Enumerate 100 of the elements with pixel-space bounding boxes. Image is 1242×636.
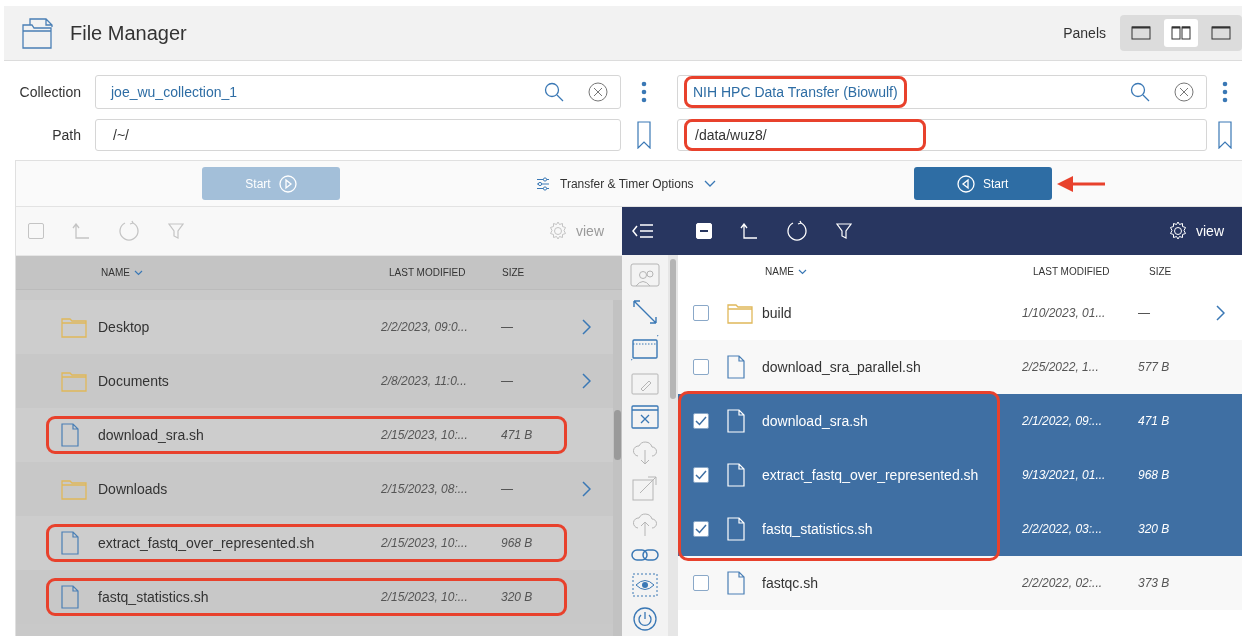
file-row[interactable]: Desktop 2/2/2023, 09:0... —: [16, 300, 613, 354]
new-folder-icon[interactable]: [630, 335, 660, 361]
file-icon: [727, 355, 745, 379]
collection-value: joe_wu_collection_1: [109, 83, 239, 102]
view-button[interactable]: view: [1168, 221, 1224, 241]
single-panel-icon: [1131, 26, 1151, 40]
folder-icon: [61, 316, 87, 338]
scrollbar[interactable]: [668, 255, 678, 636]
select-all-checkbox[interactable]: [28, 223, 44, 239]
file-size: —: [501, 320, 514, 334]
file-row[interactable]: download_sra.sh 2/1/2022, 09:... 471 B: [678, 394, 1242, 448]
file-name: fastq_statistics.sh: [762, 521, 874, 537]
scrollbar[interactable]: [613, 300, 622, 636]
app-title: File Manager: [70, 21, 187, 45]
row-checkbox[interactable]: [693, 467, 709, 483]
file-name: Documents: [98, 373, 170, 389]
collection-field[interactable]: NIH HPC Data Transfer (Biowulf): [677, 75, 1207, 109]
eye-icon[interactable]: [632, 573, 658, 597]
file-name: download_sra.sh: [98, 427, 205, 443]
modified-date: 2/8/2023, 11:0...: [381, 374, 468, 388]
modified-date: 1/10/2023, 01...: [1022, 306, 1107, 320]
row-checkbox[interactable]: [693, 575, 709, 591]
file-size: 577 B: [1138, 360, 1171, 374]
modified-date: 2/2/2022, 03:...: [1022, 522, 1104, 536]
double-panel-icon: [1171, 26, 1191, 40]
chevron-right-icon[interactable]: [1215, 305, 1225, 321]
row-checkbox[interactable]: [693, 413, 709, 429]
file-size: 320 B: [501, 590, 534, 604]
file-row[interactable]: download_sra.sh 2/15/2023, 10:... 471 B: [16, 408, 613, 462]
file-icon: [61, 531, 79, 555]
file-row[interactable]: fastqc.sh 2/2/2022, 02:... 373 B: [678, 556, 1242, 610]
chevron-right-icon[interactable]: [581, 373, 591, 389]
chevron-right-icon[interactable]: [581, 319, 591, 335]
settings-icon: [1168, 221, 1188, 241]
path-field[interactable]: /data/wuz8/: [677, 119, 1207, 151]
file-name: fastqc.sh: [762, 575, 820, 591]
more-options-icon[interactable]: [641, 81, 647, 103]
modified-date: 2/15/2023, 08:...: [381, 482, 469, 496]
chevron-down-icon: [703, 179, 716, 188]
clear-icon[interactable]: [1174, 82, 1194, 102]
delete-folder-icon[interactable]: [631, 405, 659, 429]
checkmark-icon: [695, 524, 707, 534]
file-icon: [727, 517, 745, 541]
transfer-options-button[interactable]: Transfer & Timer Options: [536, 176, 716, 191]
settings-icon: [548, 221, 568, 241]
file-size: 471 B: [1138, 414, 1171, 428]
column-header[interactable]: LAST MODIFIED: [1033, 266, 1149, 277]
file-icon: [61, 423, 79, 447]
play-icon: [278, 174, 297, 193]
file-icon: [727, 409, 745, 433]
column-header[interactable]: NAME: [765, 266, 1033, 277]
file-name: extract_fastq_over_represented.sh: [98, 535, 316, 551]
file-size: —: [1138, 306, 1151, 320]
panel-mode-button[interactable]: [1164, 19, 1198, 47]
diagonal-arrow-icon[interactable]: [632, 299, 658, 325]
link-icon[interactable]: [631, 547, 659, 563]
file-row[interactable]: extract_fastq_over_represented.sh 2/15/2023, 10:... 968 B: [16, 516, 613, 570]
file-size: 320 B: [1138, 522, 1171, 536]
collapse-menu-icon[interactable]: [632, 223, 654, 239]
checkmark-icon: [695, 416, 707, 426]
column-header[interactable]: NAME: [101, 267, 389, 278]
search-icon[interactable]: [1130, 82, 1150, 102]
file-row[interactable]: download_sra_parallel.sh 2/25/2022, 1... 577 B: [678, 340, 1242, 394]
modified-date: 2/15/2023, 10:...: [381, 590, 469, 604]
path-field[interactable]: /~/: [95, 119, 621, 151]
modified-date: 2/2/2023, 09:0...: [381, 320, 469, 334]
file-row[interactable]: fastq_statistics.sh 2/2/2022, 03:... 320 B: [678, 502, 1242, 556]
file-name: build: [762, 305, 793, 321]
search-icon[interactable]: [544, 82, 564, 102]
collection-field[interactable]: joe_wu_collection_1: [95, 75, 621, 109]
file-name: Desktop: [98, 319, 151, 335]
folder-icon: [727, 302, 753, 324]
power-icon[interactable]: [633, 607, 657, 631]
path-value: /data/wuz8/: [684, 119, 926, 151]
file-name: extract_fastq_over_represented.sh: [762, 467, 980, 483]
row-checkbox[interactable]: [693, 305, 709, 321]
file-size: 471 B: [501, 428, 534, 442]
chevron-right-icon[interactable]: [581, 481, 591, 497]
column-header[interactable]: SIZE: [502, 267, 582, 278]
column-header[interactable]: LAST MODIFIED: [389, 267, 502, 278]
start-button[interactable]: Start: [913, 167, 1052, 200]
modified-date: 2/15/2023, 10:...: [381, 536, 469, 550]
file-size: 968 B: [501, 536, 534, 550]
column-header[interactable]: SIZE: [1149, 266, 1226, 277]
folder-icon: [61, 478, 87, 500]
collection-label: Collection: [18, 84, 82, 100]
single-panel-icon: [1211, 26, 1231, 40]
panels-label: Panels: [1063, 25, 1106, 41]
file-name: Downloads: [98, 481, 169, 497]
file-size: 968 B: [1138, 468, 1171, 482]
modified-date: 2/25/2022, 1...: [1022, 360, 1100, 374]
row-checkbox[interactable]: [693, 521, 709, 537]
row-checkbox[interactable]: [693, 359, 709, 375]
clear-icon[interactable]: [588, 82, 608, 102]
file-row[interactable]: extract_fastq_over_represented.sh 9/13/2021, 01... 968 B: [678, 448, 1242, 502]
bookmark-icon[interactable]: [1217, 121, 1232, 149]
modified-date: 9/13/2021, 01...: [1022, 468, 1107, 482]
bookmark-icon[interactable]: [637, 121, 651, 149]
more-options-icon[interactable]: [1221, 81, 1228, 103]
sort-caret-icon: [133, 269, 143, 276]
